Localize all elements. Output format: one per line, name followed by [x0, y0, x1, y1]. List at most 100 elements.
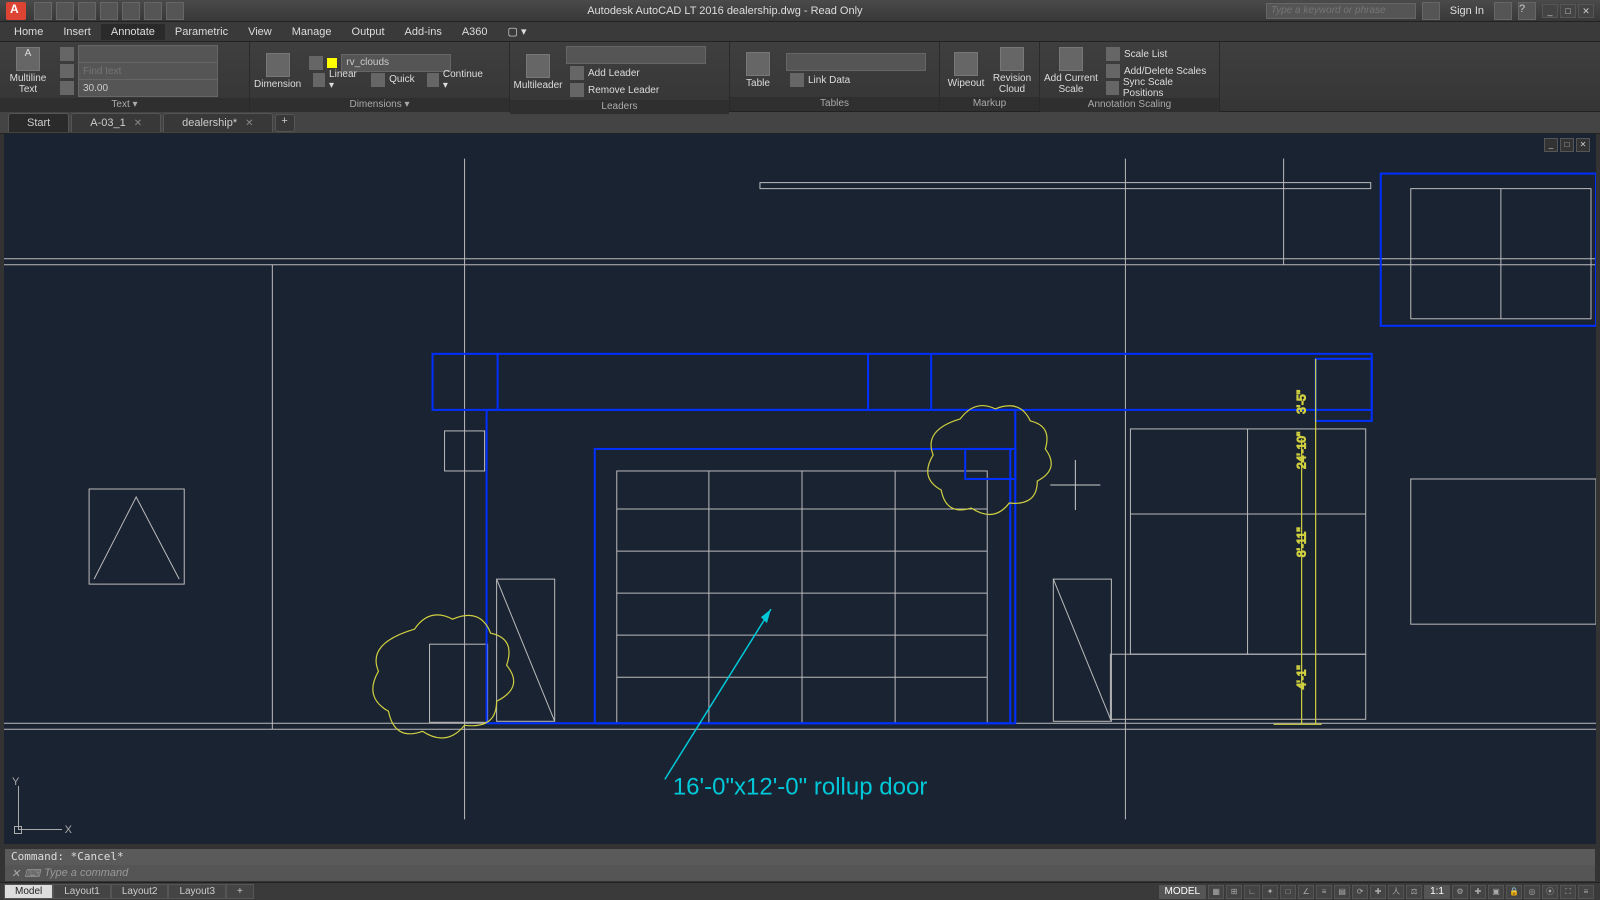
- undo-icon[interactable]: [144, 2, 162, 20]
- exchange-icon[interactable]: [1494, 2, 1512, 20]
- anno-monitor-toggle[interactable]: ✚: [1370, 885, 1386, 899]
- tab-start[interactable]: Start: [8, 113, 69, 132]
- tab-insert[interactable]: Insert: [53, 24, 101, 40]
- model-space-indicator[interactable]: MODEL: [1159, 885, 1207, 899]
- continue-dim-button[interactable]: Continue ▾: [423, 72, 489, 88]
- close-icon[interactable]: ✕: [245, 118, 253, 129]
- anno-visibility-toggle[interactable]: 人: [1388, 885, 1404, 899]
- transparency-toggle[interactable]: ▤: [1334, 885, 1350, 899]
- cycling-toggle[interactable]: ⟳: [1352, 885, 1368, 899]
- command-input[interactable]: ✕ ⌨ Type a command: [5, 865, 1595, 881]
- new-icon[interactable]: [34, 2, 52, 20]
- find-text-input[interactable]: [56, 63, 222, 79]
- redo-icon[interactable]: [166, 2, 184, 20]
- link-data-button[interactable]: Link Data: [786, 72, 926, 88]
- drawing-svg: 24'-10" 8'-11" 4'-1" 3'-5" 16'-0"x12'-0"…: [4, 134, 1596, 844]
- multileader-button[interactable]: Multileader: [514, 46, 562, 98]
- window-title: Autodesk AutoCAD LT 2016 dealership.dwg …: [184, 5, 1266, 17]
- dim-text: 3'-5": [1295, 390, 1309, 414]
- otrack-toggle[interactable]: ∠: [1298, 885, 1314, 899]
- signin-link[interactable]: Sign In: [1450, 5, 1484, 17]
- text-height-input[interactable]: [56, 80, 222, 96]
- layout-tabs: Model Layout1 Layout2 Layout3 +: [4, 884, 254, 899]
- tab-a360[interactable]: A360: [452, 24, 498, 40]
- vp-minimize-button[interactable]: _: [1544, 138, 1558, 152]
- command-history: Command: *Cancel*: [5, 849, 1595, 865]
- auto-scale-toggle[interactable]: ⚖: [1406, 885, 1422, 899]
- add-leader-button[interactable]: Add Leader: [566, 65, 706, 81]
- tab-manage[interactable]: Manage: [282, 24, 342, 40]
- tab-featured[interactable]: ▢ ▾: [498, 23, 537, 40]
- customize-status[interactable]: ≡: [1578, 885, 1594, 899]
- tab-parametric[interactable]: Parametric: [165, 24, 238, 40]
- polar-toggle[interactable]: ✦: [1262, 885, 1278, 899]
- tab-view[interactable]: View: [238, 24, 282, 40]
- tab-a03[interactable]: A-03_1✕: [71, 113, 161, 132]
- revision-cloud-button[interactable]: Revision Cloud: [990, 45, 1034, 97]
- snap-toggle[interactable]: ⊞: [1226, 885, 1242, 899]
- panel-dimensions: Dimension Linear ▾ Quick Continue ▾ Dime…: [250, 42, 510, 111]
- units-toggle[interactable]: ✚: [1470, 885, 1486, 899]
- minimize-button[interactable]: _: [1542, 4, 1558, 18]
- clean-screen[interactable]: ⛶: [1560, 885, 1576, 899]
- tab-addins[interactable]: Add-ins: [395, 24, 452, 40]
- vp-close-button[interactable]: ✕: [1576, 138, 1590, 152]
- hardware-accel[interactable]: ⦿: [1542, 885, 1558, 899]
- layout-add-button[interactable]: +: [226, 884, 254, 899]
- ortho-toggle[interactable]: ∟: [1244, 885, 1260, 899]
- osnap-toggle[interactable]: □: [1280, 885, 1296, 899]
- anno-scale-dropdown[interactable]: 1:1: [1424, 885, 1450, 899]
- scale-list-button[interactable]: Scale List: [1102, 46, 1213, 62]
- isolate-objects[interactable]: ◎: [1524, 885, 1540, 899]
- quick-dim-button[interactable]: Quick: [367, 72, 419, 88]
- lock-ui[interactable]: 🔒: [1506, 885, 1522, 899]
- vp-maximize-button[interactable]: □: [1560, 138, 1574, 152]
- new-tab-button[interactable]: +: [275, 114, 295, 132]
- quick-access-toolbar: [34, 2, 184, 20]
- leader-style-dropdown[interactable]: [566, 46, 706, 64]
- command-line[interactable]: Command: *Cancel* ✕ ⌨ Type a command: [4, 848, 1596, 882]
- close-icon[interactable]: ✕: [11, 867, 20, 880]
- multiline-text-button[interactable]: AMultiline Text: [4, 45, 52, 97]
- grid-toggle[interactable]: ▦: [1208, 885, 1224, 899]
- print-icon[interactable]: [122, 2, 140, 20]
- wipeout-button[interactable]: Wipeout: [944, 45, 988, 97]
- drawing-canvas[interactable]: _ □ ✕: [4, 134, 1596, 844]
- layout-model[interactable]: Model: [4, 884, 53, 899]
- sync-scale-button[interactable]: Sync Scale Positions: [1102, 80, 1213, 96]
- table-style-dropdown[interactable]: [786, 53, 926, 71]
- remove-leader-button[interactable]: Remove Leader: [566, 82, 706, 98]
- panel-leaders: Multileader Add Leader Remove Leader Lea…: [510, 42, 730, 111]
- tab-output[interactable]: Output: [342, 24, 395, 40]
- open-icon[interactable]: [56, 2, 74, 20]
- saveas-icon[interactable]: [100, 2, 118, 20]
- table-button[interactable]: Table: [734, 45, 782, 97]
- dimension-button[interactable]: Dimension: [254, 45, 301, 97]
- tab-home[interactable]: Home: [4, 24, 53, 40]
- dim-text: 8'-11": [1295, 527, 1309, 557]
- close-icon[interactable]: ✕: [134, 118, 142, 129]
- maximize-button[interactable]: □: [1560, 4, 1576, 18]
- add-current-scale-button[interactable]: Add Current Scale: [1044, 45, 1098, 97]
- text-style-dropdown[interactable]: [56, 46, 222, 62]
- close-button[interactable]: ✕: [1578, 4, 1594, 18]
- tab-annotate[interactable]: Annotate: [101, 24, 165, 40]
- command-prompt-icon: ⌨: [24, 867, 40, 880]
- save-icon[interactable]: [78, 2, 96, 20]
- quick-properties[interactable]: ▣: [1488, 885, 1504, 899]
- help-icon[interactable]: ?: [1518, 2, 1536, 20]
- app-logo[interactable]: [6, 2, 26, 20]
- ribbon-tabs: Home Insert Annotate Parametric View Man…: [0, 22, 1600, 42]
- panel-tables: Table Link Data Tables: [730, 42, 940, 111]
- status-toggles: MODEL ▦ ⊞ ∟ ✦ □ ∠ ≡ ▤ ⟳ ✚ 人 ⚖ 1:1 ⚙ ✚ ▣ …: [1159, 885, 1594, 899]
- lineweight-toggle[interactable]: ≡: [1316, 885, 1332, 899]
- layout-2[interactable]: Layout2: [111, 884, 169, 899]
- landscape-layer: 24'-10" 8'-11" 4'-1" 3'-5": [373, 359, 1322, 738]
- help-search-input[interactable]: [1266, 3, 1416, 19]
- workspace-switch[interactable]: ⚙: [1452, 885, 1468, 899]
- linear-dim-button[interactable]: Linear ▾: [309, 72, 363, 88]
- layout-1[interactable]: Layout1: [53, 884, 111, 899]
- infocenter-icon[interactable]: [1422, 2, 1440, 20]
- tab-dealership[interactable]: dealership*✕: [163, 113, 272, 132]
- layout-3[interactable]: Layout3: [168, 884, 226, 899]
